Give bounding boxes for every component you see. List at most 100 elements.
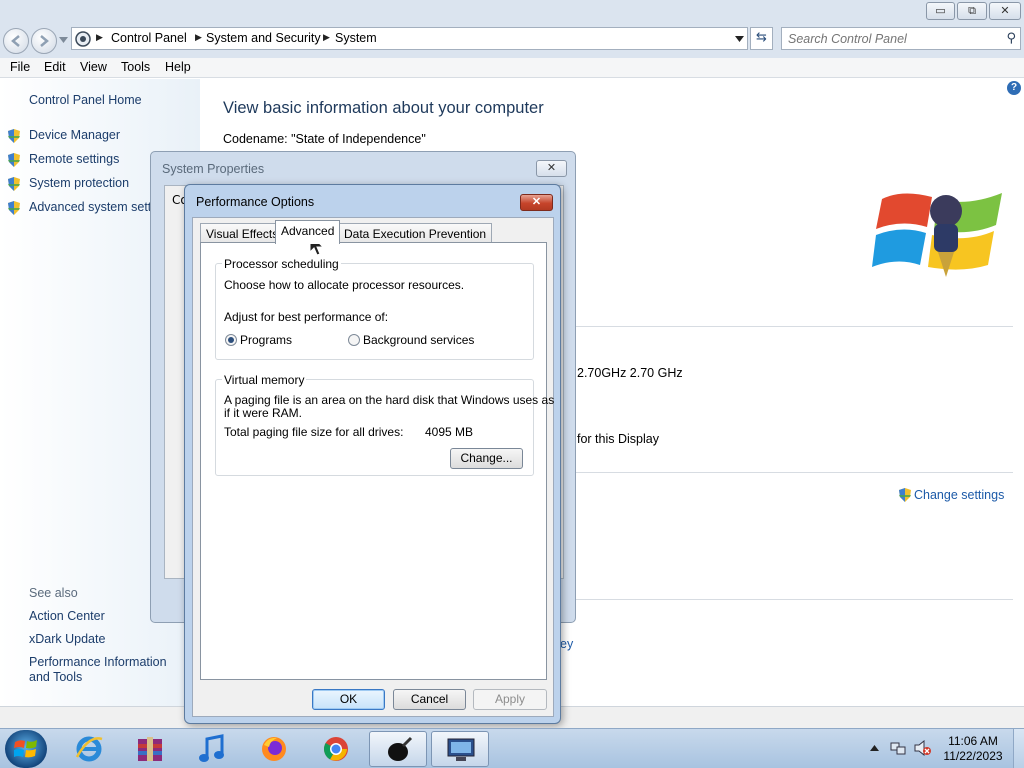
- help-icon[interactable]: ?: [1007, 81, 1021, 95]
- search-icon[interactable]: ⚲: [1006, 31, 1016, 46]
- taskbar-internet-explorer[interactable]: [60, 731, 118, 767]
- breadcrumb-separator[interactable]: ▶: [96, 32, 103, 43]
- taskbar-paint[interactable]: [369, 731, 427, 767]
- ok-button[interactable]: OK: [312, 689, 385, 710]
- menu-tools[interactable]: Tools: [121, 60, 150, 74]
- menu-bar: File Edit View Tools Help: [0, 58, 1024, 78]
- sidebar-item-system-protection[interactable]: System protection: [29, 176, 129, 190]
- show-hidden-icons-icon[interactable]: [870, 745, 879, 751]
- internet-explorer-icon: [75, 736, 103, 762]
- start-button[interactable]: [5, 730, 47, 768]
- recent-pages-dropdown-icon[interactable]: [59, 37, 68, 43]
- taskbar-archive[interactable]: [121, 731, 179, 767]
- archive-icon: [138, 737, 162, 761]
- taskbar-firefox[interactable]: [245, 731, 303, 767]
- tab-panel-advanced: Processor scheduling Choose how to alloc…: [200, 242, 554, 680]
- display-note-text: for this Display: [577, 432, 659, 446]
- taskbar-music-player[interactable]: [183, 731, 241, 767]
- breadcrumb-separator[interactable]: ▶: [323, 32, 330, 43]
- maximize-button[interactable]: ⧉: [957, 2, 987, 20]
- shield-icon: [8, 177, 20, 191]
- menu-view[interactable]: View: [80, 60, 107, 74]
- tab-advanced[interactable]: Advanced: [275, 220, 341, 244]
- window-title-bar: ▭ ⧉ ✕: [0, 0, 1024, 24]
- dialog-body: Visual Effects Advanced Data Execution P…: [192, 217, 554, 717]
- processor-description: Choose how to allocate processor resourc…: [224, 278, 465, 292]
- partial-link[interactable]: ey: [560, 637, 573, 651]
- performance-options-dialog: Performance Options ✕ Visual Effects Adv…: [184, 184, 561, 724]
- clock[interactable]: 11:06 AM 11/22/2023: [938, 734, 1008, 764]
- cancel-button[interactable]: Cancel: [393, 689, 466, 710]
- dialog-title: Performance Options: [196, 195, 315, 209]
- tab-visual-effects[interactable]: Visual Effects: [200, 223, 285, 243]
- search-input[interactable]: [788, 30, 998, 47]
- shield-icon: [8, 153, 20, 167]
- virtual-memory-description: if it were RAM.: [224, 406, 303, 420]
- see-also-action-center[interactable]: Action Center: [29, 609, 105, 623]
- sidebar-item-device-manager[interactable]: Device Manager: [29, 128, 120, 142]
- see-also-heading: See also: [29, 586, 78, 600]
- virtual-memory-description: A paging file is an area on the hard dis…: [224, 393, 555, 407]
- refresh-icon: ⇆: [756, 30, 767, 45]
- apply-button: Apply: [473, 689, 547, 710]
- forward-arrow-icon: [40, 35, 49, 47]
- refresh-button[interactable]: ⇆: [750, 27, 773, 50]
- dialog-title: System Properties: [162, 162, 265, 176]
- programs-radio[interactable]: [225, 334, 237, 346]
- breadcrumb-system[interactable]: System: [335, 31, 377, 45]
- breadcrumb-control-panel[interactable]: Control Panel: [111, 31, 187, 45]
- page-title: View basic information about your comput…: [223, 99, 544, 117]
- menu-edit[interactable]: Edit: [44, 60, 66, 74]
- control-panel-home-link[interactable]: Control Panel Home: [29, 93, 142, 107]
- programs-label[interactable]: Programs: [240, 333, 292, 347]
- change-settings-link[interactable]: Change settings: [914, 488, 1004, 502]
- menu-file[interactable]: File: [10, 60, 30, 74]
- show-desktop-button[interactable]: [1013, 729, 1024, 768]
- clock-time: 11:06 AM: [948, 734, 998, 748]
- music-icon: [199, 734, 224, 762]
- address-bar[interactable]: ▶ Control Panel ▶ System and Security ▶ …: [71, 27, 748, 50]
- search-box[interactable]: ⚲: [781, 27, 1021, 50]
- close-button[interactable]: ✕: [520, 194, 553, 211]
- close-button[interactable]: ✕: [536, 160, 567, 177]
- shield-icon: [8, 201, 20, 215]
- system-icon: [447, 738, 475, 761]
- close-button[interactable]: ✕: [989, 2, 1021, 20]
- breadcrumb-separator[interactable]: ▶: [195, 32, 202, 43]
- processor-speed-text: 2.70GHz 2.70 GHz: [577, 366, 683, 380]
- forward-button[interactable]: [31, 28, 57, 54]
- codename-text: Codename: "State of Independence": [223, 132, 426, 146]
- taskbar: 11:06 AM 11/22/2023: [0, 728, 1024, 768]
- network-icon[interactable]: [890, 740, 906, 756]
- clock-date: 11/22/2023: [943, 749, 1003, 763]
- windows-start-icon: [14, 740, 37, 758]
- windows-logo: [872, 193, 1002, 277]
- total-paging-label: Total paging file size for all drives:: [224, 425, 404, 439]
- minimize-button[interactable]: ▭: [926, 2, 955, 20]
- back-button[interactable]: [3, 28, 29, 54]
- firefox-icon: [262, 737, 286, 761]
- taskbar-chrome[interactable]: [307, 731, 365, 767]
- breadcrumb-system-and-security[interactable]: System and Security: [206, 31, 321, 45]
- chrome-icon: [323, 737, 348, 761]
- adjust-label: Adjust for best performance of:: [224, 310, 389, 324]
- navigation-bar: ▶ Control Panel ▶ System and Security ▶ …: [0, 24, 1024, 58]
- paint-icon: [388, 736, 413, 761]
- taskbar-system[interactable]: [431, 731, 489, 767]
- volume-muted-icon[interactable]: [914, 740, 932, 756]
- see-also-performance-information[interactable]: Performance Information and Tools: [29, 655, 189, 685]
- shield-icon: [8, 129, 20, 143]
- see-also-xdark-update[interactable]: xDark Update: [29, 632, 105, 646]
- sidebar-item-remote-settings[interactable]: Remote settings: [29, 152, 119, 166]
- shield-icon: [899, 488, 911, 502]
- group-title: Processor scheduling: [222, 257, 341, 271]
- menu-help[interactable]: Help: [165, 60, 191, 74]
- control-panel-icon: [75, 31, 91, 47]
- tab-data-execution-prevention[interactable]: Data Execution Prevention: [338, 223, 493, 243]
- address-dropdown-icon[interactable]: [735, 36, 744, 42]
- background-services-label[interactable]: Background services: [363, 333, 474, 347]
- background-services-radio[interactable]: [348, 334, 360, 346]
- group-title: Virtual memory: [222, 373, 307, 387]
- change-button[interactable]: Change...: [450, 448, 523, 469]
- back-arrow-icon: [11, 35, 20, 47]
